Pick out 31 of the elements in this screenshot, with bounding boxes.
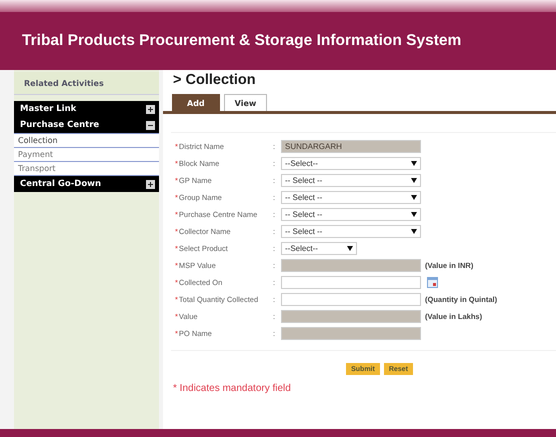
menu-group[interactable]: Purchase Centre [14, 117, 159, 133]
dropdown[interactable]: -- Select -- [281, 208, 421, 220]
menu-item[interactable]: Payment [14, 148, 159, 162]
collapse-icon[interactable] [146, 120, 155, 130]
tab[interactable]: Add [172, 94, 220, 111]
sidebar-heading: Related Activities [14, 72, 159, 95]
caret-icon [411, 228, 417, 234]
menu-group[interactable]: Master Link [14, 101, 159, 117]
dropdown[interactable]: -- Select -- [281, 190, 421, 204]
input-field[interactable] [281, 292, 421, 306]
caret-icon [411, 178, 417, 182]
menu-group[interactable]: Central Go-Down [14, 176, 159, 192]
mandatory-note: * Indicates mandatory field [173, 383, 292, 394]
dropdown[interactable]: -- Select -- [281, 224, 421, 238]
caret-icon [411, 194, 417, 200]
page-title: > Collection [172, 71, 257, 90]
caret-icon [411, 160, 417, 166]
dropdown[interactable]: --Select-- [281, 156, 421, 170]
expand-icon[interactable] [146, 180, 155, 188]
caret-icon [411, 212, 417, 216]
caret-icon [347, 246, 353, 250]
menu-item[interactable]: Transport [14, 162, 159, 176]
calendar-icon[interactable] [427, 276, 438, 288]
menu-item[interactable]: Collection [14, 133, 159, 148]
expand-icon[interactable] [146, 104, 155, 114]
dropdown[interactable]: -- Select -- [281, 174, 421, 186]
dropdown[interactable]: --Select-- [281, 242, 357, 254]
site-title: Tribal Products Procurement & Storage Information System [22, 32, 462, 50]
tab[interactable]: View [224, 94, 268, 111]
readonly-field: SUNDARGARH [281, 140, 421, 152]
input-field[interactable] [281, 276, 421, 288]
